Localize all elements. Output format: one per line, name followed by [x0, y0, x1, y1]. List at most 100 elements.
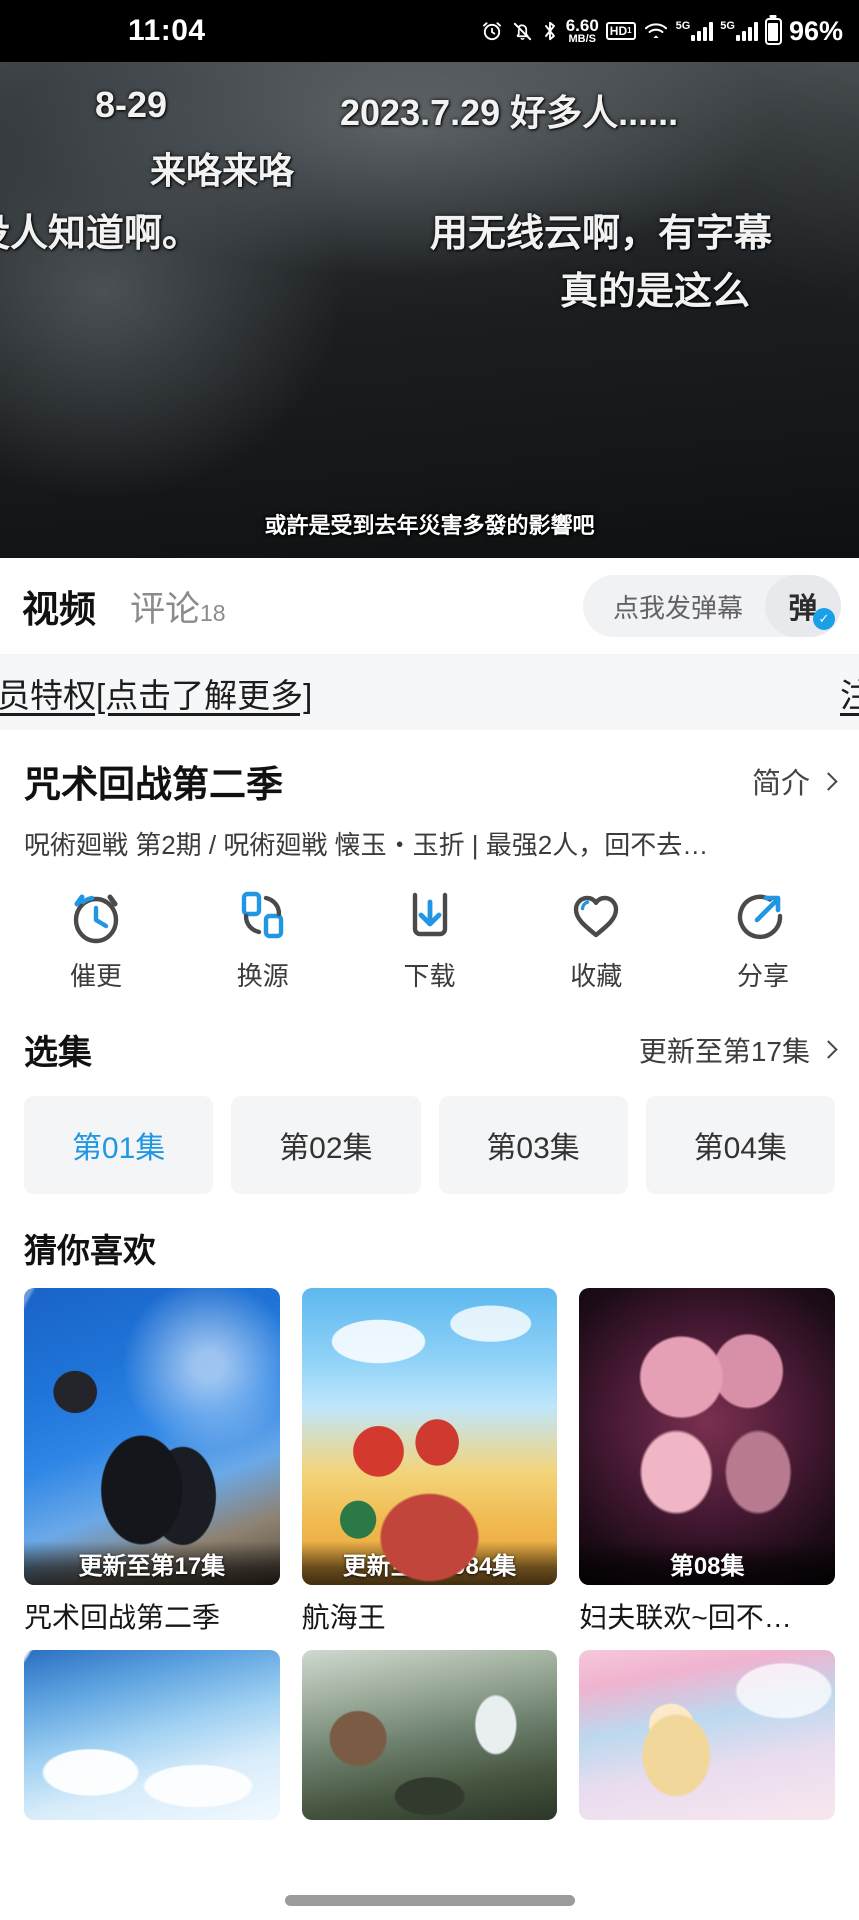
- recommend-card[interactable]: [24, 1650, 280, 1820]
- recommend-card[interactable]: 更新至第17集 咒术回战第二季: [24, 1288, 280, 1636]
- member-notice-banner[interactable]: 会员特权[点击了解更多] 注: [0, 655, 859, 730]
- action-remind-update[interactable]: 催更: [36, 884, 156, 993]
- swap-source-icon: [232, 884, 294, 946]
- episode-chip-3[interactable]: 第03集: [438, 1096, 628, 1194]
- status-bar-icons: 6.60 MB/S HD 1 5G 5G 96%: [480, 16, 843, 47]
- mute-bell-icon: [511, 20, 534, 43]
- action-switch-source-label: 换源: [236, 961, 289, 991]
- battery-percent: 96%: [788, 15, 843, 46]
- recommend-card-title: 咒术回战第二季: [24, 1602, 221, 1633]
- hd-voice-icon: HD 1: [605, 22, 636, 40]
- tab-video-label: 视频: [22, 589, 96, 630]
- danmaku-comment: 来咯来咯: [150, 150, 295, 191]
- network-speed-indicator: 6.60 MB/S: [565, 16, 599, 45]
- wifi-icon: [643, 20, 669, 42]
- video-detail-section: 咒术回战第二季 简介 呪術廻戦 第2期 / 呪術廻戦 懐玉・玉折 | 最强2人，…: [0, 730, 859, 862]
- poster-image: 第08集: [579, 1288, 836, 1585]
- poster-badge: 更新至第17集: [24, 1541, 280, 1585]
- episode-list: 第01集 第02集 第03集 第04集: [0, 1074, 859, 1194]
- danmaku-comment: 2023.7.29 好多人......: [340, 92, 679, 133]
- poster-image: [579, 1650, 836, 1820]
- intro-label: 简介: [751, 768, 810, 800]
- share-arrow-icon: [732, 884, 794, 946]
- status-bar-clock: 11:04: [128, 14, 206, 47]
- poster-image: 更新至第17集: [24, 1288, 280, 1585]
- danmaku-toggle-button[interactable]: 弹 ✓: [765, 575, 841, 637]
- action-remind-update-label: 催更: [69, 961, 122, 991]
- recommend-card-title: 航海王: [301, 1602, 386, 1633]
- bluetooth-icon: [541, 19, 559, 43]
- recommend-section-title: 猜你喜欢: [0, 1194, 859, 1272]
- recommend-grid-row-2: [0, 1636, 859, 1820]
- title-row: 咒术回战第二季 简介: [24, 730, 838, 808]
- notice-text: 会员特权[点击了解更多]: [0, 676, 313, 714]
- danmaku-input-container[interactable]: 点我发弹幕 弹 ✓: [582, 575, 841, 637]
- poster-badge: 更新至第1084集: [301, 1541, 558, 1585]
- chevron-right-icon: [819, 1040, 838, 1059]
- signal-icon-1: 5G: [676, 21, 714, 41]
- video-player[interactable]: 8-29 2023.7.29 好多人...... 来咯来咯没人知道啊。 用无线云啊，有…: [0, 62, 859, 558]
- episode-chip-label: 第01集: [71, 1132, 166, 1165]
- video-subtitle: 或許是受到去年災害多發的影響吧: [264, 513, 595, 538]
- action-share-label: 分享: [736, 961, 789, 991]
- episode-section-title: 选集: [24, 1034, 92, 1072]
- episode-chip-label: 第04集: [693, 1132, 788, 1165]
- tab-comments[interactable]: 评论18: [130, 581, 226, 632]
- action-download[interactable]: 下载: [370, 884, 490, 993]
- signal-bars-2: [735, 21, 758, 41]
- video-subline: 呪術廻戦 第2期 / 呪術廻戦 懐玉・玉折 | 最强2人，回不去…: [24, 830, 709, 860]
- recommend-card[interactable]: 第08集 妇夫联欢~回不…: [579, 1288, 836, 1636]
- poster-image: [301, 1650, 558, 1820]
- download-icon: [399, 884, 461, 946]
- recommend-card[interactable]: [301, 1650, 558, 1820]
- danmaku-comment: 真的是这么: [560, 271, 751, 313]
- intro-button[interactable]: 简介: [751, 760, 838, 802]
- recommend-card[interactable]: [579, 1650, 836, 1820]
- action-row: 催更 换源 下载 收藏 分享: [0, 862, 859, 999]
- danmaku-enabled-check-icon: ✓: [813, 608, 835, 630]
- danmaku-comment: 没人知道啊。: [0, 213, 201, 255]
- battery-icon: [764, 17, 782, 45]
- episode-section-header: 选集 更新至第17集: [0, 999, 859, 1074]
- network-speed-value: 6.60: [565, 16, 599, 36]
- hd-sup: 1: [627, 26, 632, 35]
- danmaku-input[interactable]: 点我发弹幕: [613, 588, 765, 625]
- poster-image: [24, 1650, 280, 1820]
- danmaku-comment: 用无线云啊，有字幕: [430, 213, 773, 255]
- tab-comments-count: 18: [200, 599, 226, 626]
- page-title: 咒术回战第二季: [24, 764, 283, 805]
- poster-badge: 第08集: [579, 1541, 836, 1585]
- network-speed-unit: MB/S: [568, 32, 596, 45]
- tab-comments-label: 评论: [130, 589, 201, 629]
- episode-chip-4[interactable]: 第04集: [645, 1096, 835, 1194]
- episode-chip-label: 第03集: [486, 1132, 580, 1165]
- home-indicator: [284, 1895, 575, 1906]
- action-favorite-label: 收藏: [570, 961, 623, 991]
- hd-label: HD: [609, 24, 628, 38]
- alarm-clock-icon: [65, 884, 127, 946]
- episode-chip-1[interactable]: 第01集: [24, 1096, 214, 1194]
- episode-update-link[interactable]: 更新至第17集: [638, 1030, 838, 1070]
- episode-update-label: 更新至第17集: [638, 1035, 810, 1067]
- notice-text-trailing: 注: [840, 676, 859, 714]
- content-tab-bar: 视频 评论18 点我发弹幕 弹 ✓: [0, 558, 859, 655]
- episode-chip-2[interactable]: 第02集: [231, 1096, 421, 1194]
- danmaku-comment: 8-29: [95, 84, 168, 125]
- alarm-icon: [480, 19, 504, 43]
- tab-video[interactable]: 视频: [22, 579, 96, 633]
- action-download-label: 下载: [403, 961, 456, 991]
- episode-chip-label: 第02集: [279, 1132, 373, 1165]
- chevron-right-icon: [819, 771, 838, 791]
- status-bar: 11:04 6.60 MB/S HD 1 5G 5G 96%: [0, 0, 859, 62]
- poster-image: 更新至第1084集: [301, 1288, 558, 1585]
- action-share[interactable]: 分享: [703, 884, 823, 993]
- recommend-grid-row-1: 更新至第17集 咒术回战第二季 更新至第1084集 航海王 第08集 妇夫联欢~…: [0, 1272, 859, 1636]
- signal-bars-1: [691, 21, 714, 41]
- recommend-card[interactable]: 更新至第1084集 航海王: [301, 1288, 558, 1636]
- action-switch-source[interactable]: 换源: [203, 884, 323, 993]
- signal-label-2: 5G: [720, 20, 735, 32]
- heart-icon: [565, 884, 627, 946]
- signal-label-1: 5G: [675, 20, 691, 32]
- action-favorite[interactable]: 收藏: [536, 884, 656, 993]
- recommend-card-title: 妇夫联欢~回不…: [579, 1602, 792, 1633]
